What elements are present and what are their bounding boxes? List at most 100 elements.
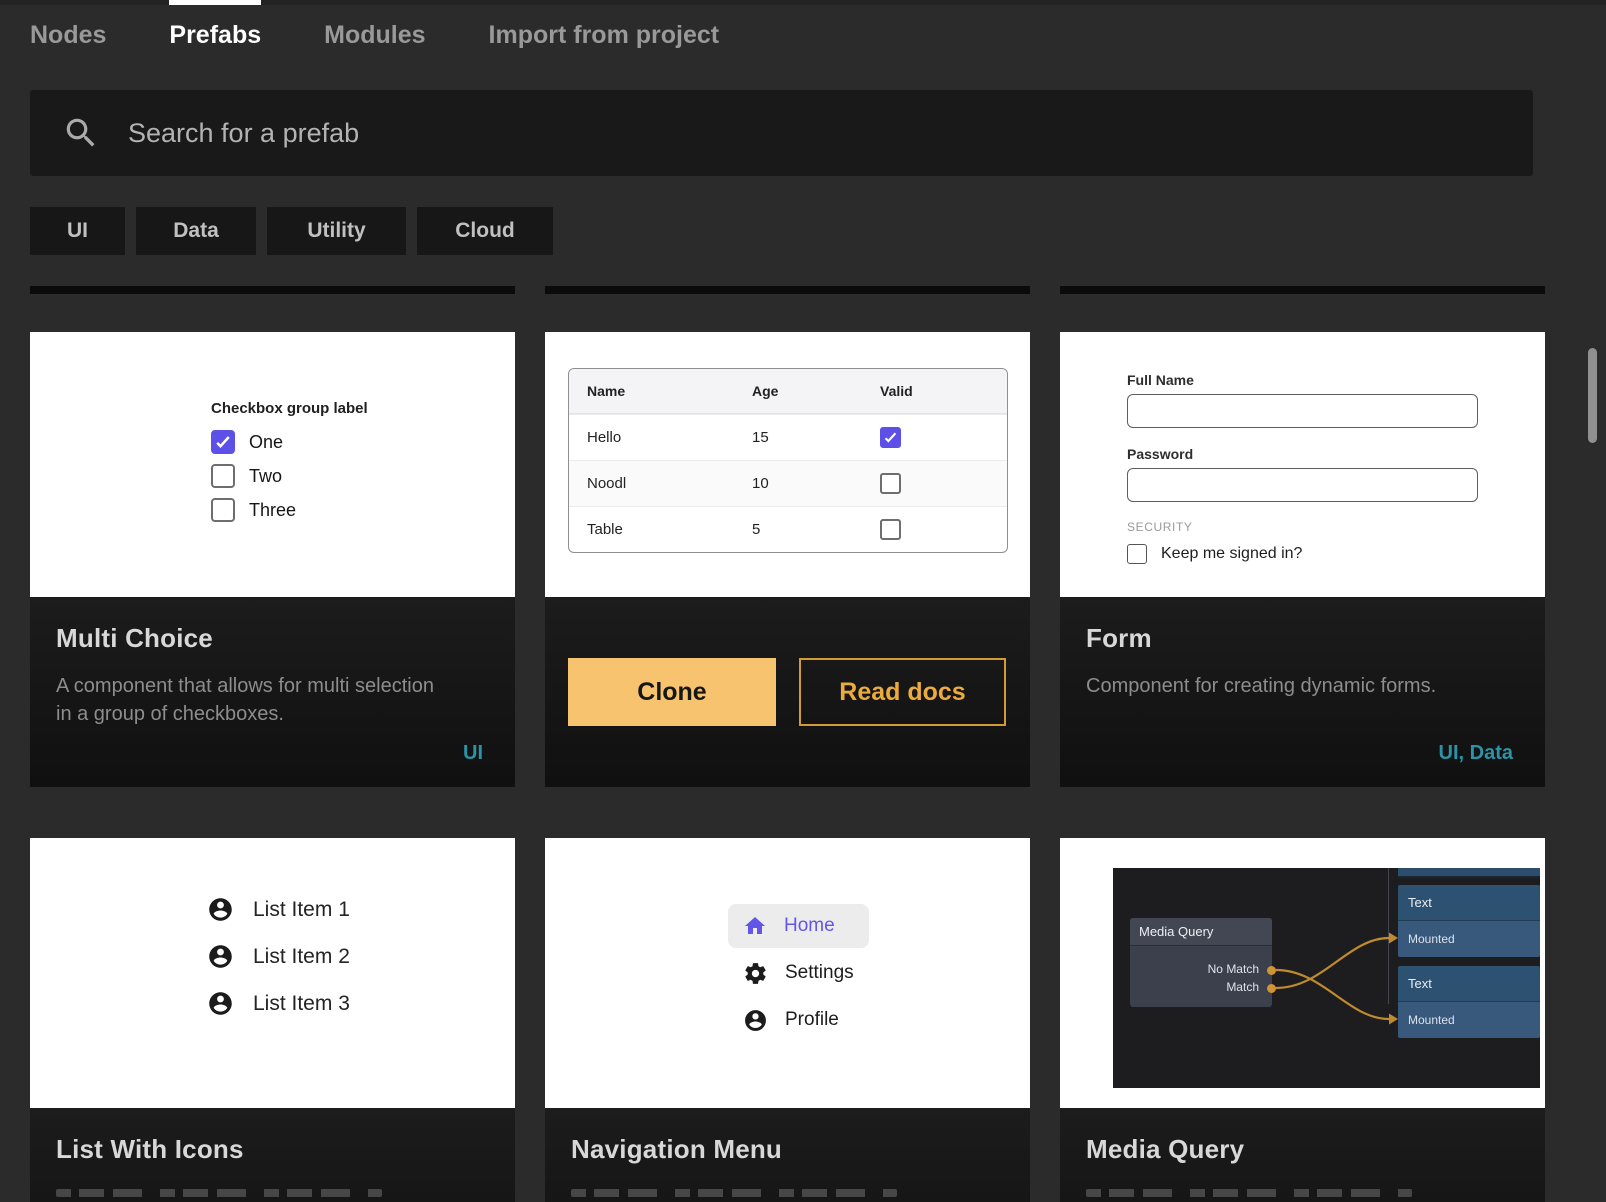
scrolled-card-remnant	[1060, 286, 1545, 294]
nav-menu: Home Settings Profile	[728, 904, 869, 1045]
prefab-card-list-with-icons[interactable]: List Item 1 List Item 2 List Item 3 List…	[30, 838, 515, 1202]
grid-column-1: Checkbox group label One Two Three	[30, 286, 515, 1202]
tab-import-from-project[interactable]: Import from project	[489, 0, 720, 70]
checkbox-option-label: One	[249, 432, 283, 453]
person-circle-icon	[207, 990, 234, 1017]
card-title: Media Query	[1086, 1134, 1515, 1165]
card-hover-actions: Clone Read docs	[545, 597, 1030, 787]
grid-column-3: Full Name Password SECURITY Keep me sign…	[1060, 286, 1545, 1202]
search-icon	[62, 114, 100, 152]
column-header: Name	[587, 383, 752, 399]
tab-nodes[interactable]: Nodes	[30, 0, 106, 70]
field-label: Password	[1127, 446, 1478, 462]
password-input	[1127, 468, 1478, 502]
list-item-label: List Item 1	[253, 898, 350, 922]
nav-item-label: Home	[784, 915, 835, 937]
checkbox-label: Keep me signed in?	[1161, 545, 1302, 563]
read-docs-button[interactable]: Read docs	[799, 658, 1006, 726]
grid-column-2: Name Age Valid Hello 15 Noodl 10	[545, 286, 1030, 1202]
card-info: List With Icons	[30, 1108, 515, 1202]
nav-item-profile: Profile	[728, 998, 869, 1042]
keep-signed-in-row: Keep me signed in?	[1127, 544, 1478, 564]
clipped-description	[571, 1189, 897, 1197]
icon-list: List Item 1 List Item 2 List Item 3	[207, 896, 350, 1037]
cell-age: 5	[752, 521, 880, 538]
person-circle-icon	[207, 943, 234, 970]
filter-chips: UI Data Utility Cloud	[30, 207, 1606, 255]
checkbox-group-preview: Checkbox group label One Two Three	[211, 400, 368, 532]
cell-name: Table	[587, 521, 752, 538]
cell-name: Noodl	[587, 475, 752, 492]
card-title: Multi Choice	[56, 623, 485, 654]
card-tags: UI	[463, 742, 483, 765]
cell-age: 10	[752, 475, 880, 492]
tab-prefabs[interactable]: Prefabs	[169, 0, 261, 70]
card-info: Media Query	[1060, 1108, 1545, 1202]
filter-chip-utility[interactable]: Utility	[267, 207, 406, 255]
list-with-icons-preview: List Item 1 List Item 2 List Item 3	[30, 838, 515, 1108]
prefab-card-media-query[interactable]: Media Query No Match Match Text Mounted …	[1060, 838, 1545, 1202]
navigation-menu-preview: Home Settings Profile	[545, 838, 1030, 1108]
prefab-card-navigation-menu[interactable]: Home Settings Profile Navigation Menu	[545, 838, 1030, 1202]
card-title: Navigation Menu	[571, 1134, 1000, 1165]
nav-item-label: Profile	[785, 1009, 839, 1031]
checkbox-unchecked-icon	[211, 498, 235, 522]
checkbox-option-label: Three	[249, 500, 296, 521]
tab-modules[interactable]: Modules	[324, 0, 425, 70]
connection-wires	[1113, 868, 1540, 1088]
table-header-row: Name Age Valid	[569, 369, 1007, 414]
filter-chip-ui[interactable]: UI	[30, 207, 125, 255]
card-tags: UI, Data	[1439, 742, 1513, 765]
cell-age: 15	[752, 429, 880, 446]
checkbox-row: Three	[211, 498, 368, 522]
table-row: Noodl 10	[569, 460, 1007, 506]
filter-chip-data[interactable]: Data	[136, 207, 256, 255]
table-preview: Name Age Valid Hello 15 Noodl 10	[545, 332, 1030, 597]
scrolled-card-remnant	[545, 286, 1030, 294]
list-item: List Item 1	[207, 896, 350, 923]
table-row: Table 5	[569, 506, 1007, 552]
prefab-card-table-hovered[interactable]: Name Age Valid Hello 15 Noodl 10	[545, 332, 1030, 787]
table-row: Hello 15	[569, 414, 1007, 460]
card-info: Navigation Menu	[545, 1108, 1030, 1202]
form-fields: Full Name Password SECURITY Keep me sign…	[1127, 372, 1478, 564]
media-query-preview: Media Query No Match Match Text Mounted …	[1060, 838, 1545, 1108]
vertical-scrollbar-thumb[interactable]	[1588, 348, 1597, 443]
clipped-description	[1086, 1189, 1412, 1197]
library-tabbar: Nodes Prefabs Modules Import from projec…	[0, 0, 1606, 70]
filter-chip-cloud[interactable]: Cloud	[417, 207, 553, 255]
checkbox-checked-icon	[880, 427, 901, 448]
full-name-input	[1127, 394, 1478, 428]
prefab-card-form[interactable]: Full Name Password SECURITY Keep me sign…	[1060, 332, 1545, 787]
field-label: Full Name	[1127, 372, 1478, 388]
checkbox-row: Two	[211, 464, 368, 488]
prefab-search-bar	[30, 90, 1533, 176]
checkbox-unchecked-icon	[880, 519, 901, 540]
form-preview: Full Name Password SECURITY Keep me sign…	[1060, 332, 1545, 597]
card-description: A component that allows for multi select…	[56, 672, 454, 728]
search-input[interactable]	[128, 118, 1128, 149]
card-description: Component for creating dynamic forms.	[1086, 672, 1484, 700]
checkbox-group-label: Checkbox group label	[211, 400, 368, 417]
settings-icon	[743, 961, 768, 986]
list-item: List Item 3	[207, 990, 350, 1017]
card-info: Form Component for creating dynamic form…	[1060, 597, 1545, 787]
multi-choice-preview: Checkbox group label One Two Three	[30, 332, 515, 597]
profile-icon	[743, 1008, 768, 1033]
node-graph-screenshot: Media Query No Match Match Text Mounted …	[1113, 868, 1540, 1088]
clone-button[interactable]: Clone	[568, 658, 776, 726]
list-item-label: List Item 2	[253, 945, 350, 969]
column-header: Valid	[880, 383, 1007, 399]
preview-table: Name Age Valid Hello 15 Noodl 10	[568, 368, 1008, 553]
list-item-label: List Item 3	[253, 992, 350, 1016]
card-info: Multi Choice A component that allows for…	[30, 597, 515, 787]
checkbox-checked-icon	[211, 430, 235, 454]
list-item: List Item 2	[207, 943, 350, 970]
prefab-grid: Checkbox group label One Two Three	[30, 286, 1575, 1202]
cell-name: Hello	[587, 429, 752, 446]
card-title: List With Icons	[56, 1134, 485, 1165]
clipped-description	[56, 1189, 382, 1197]
checkbox-unchecked-icon	[211, 464, 235, 488]
column-header: Age	[752, 383, 880, 399]
prefab-card-multi-choice[interactable]: Checkbox group label One Two Three	[30, 332, 515, 787]
